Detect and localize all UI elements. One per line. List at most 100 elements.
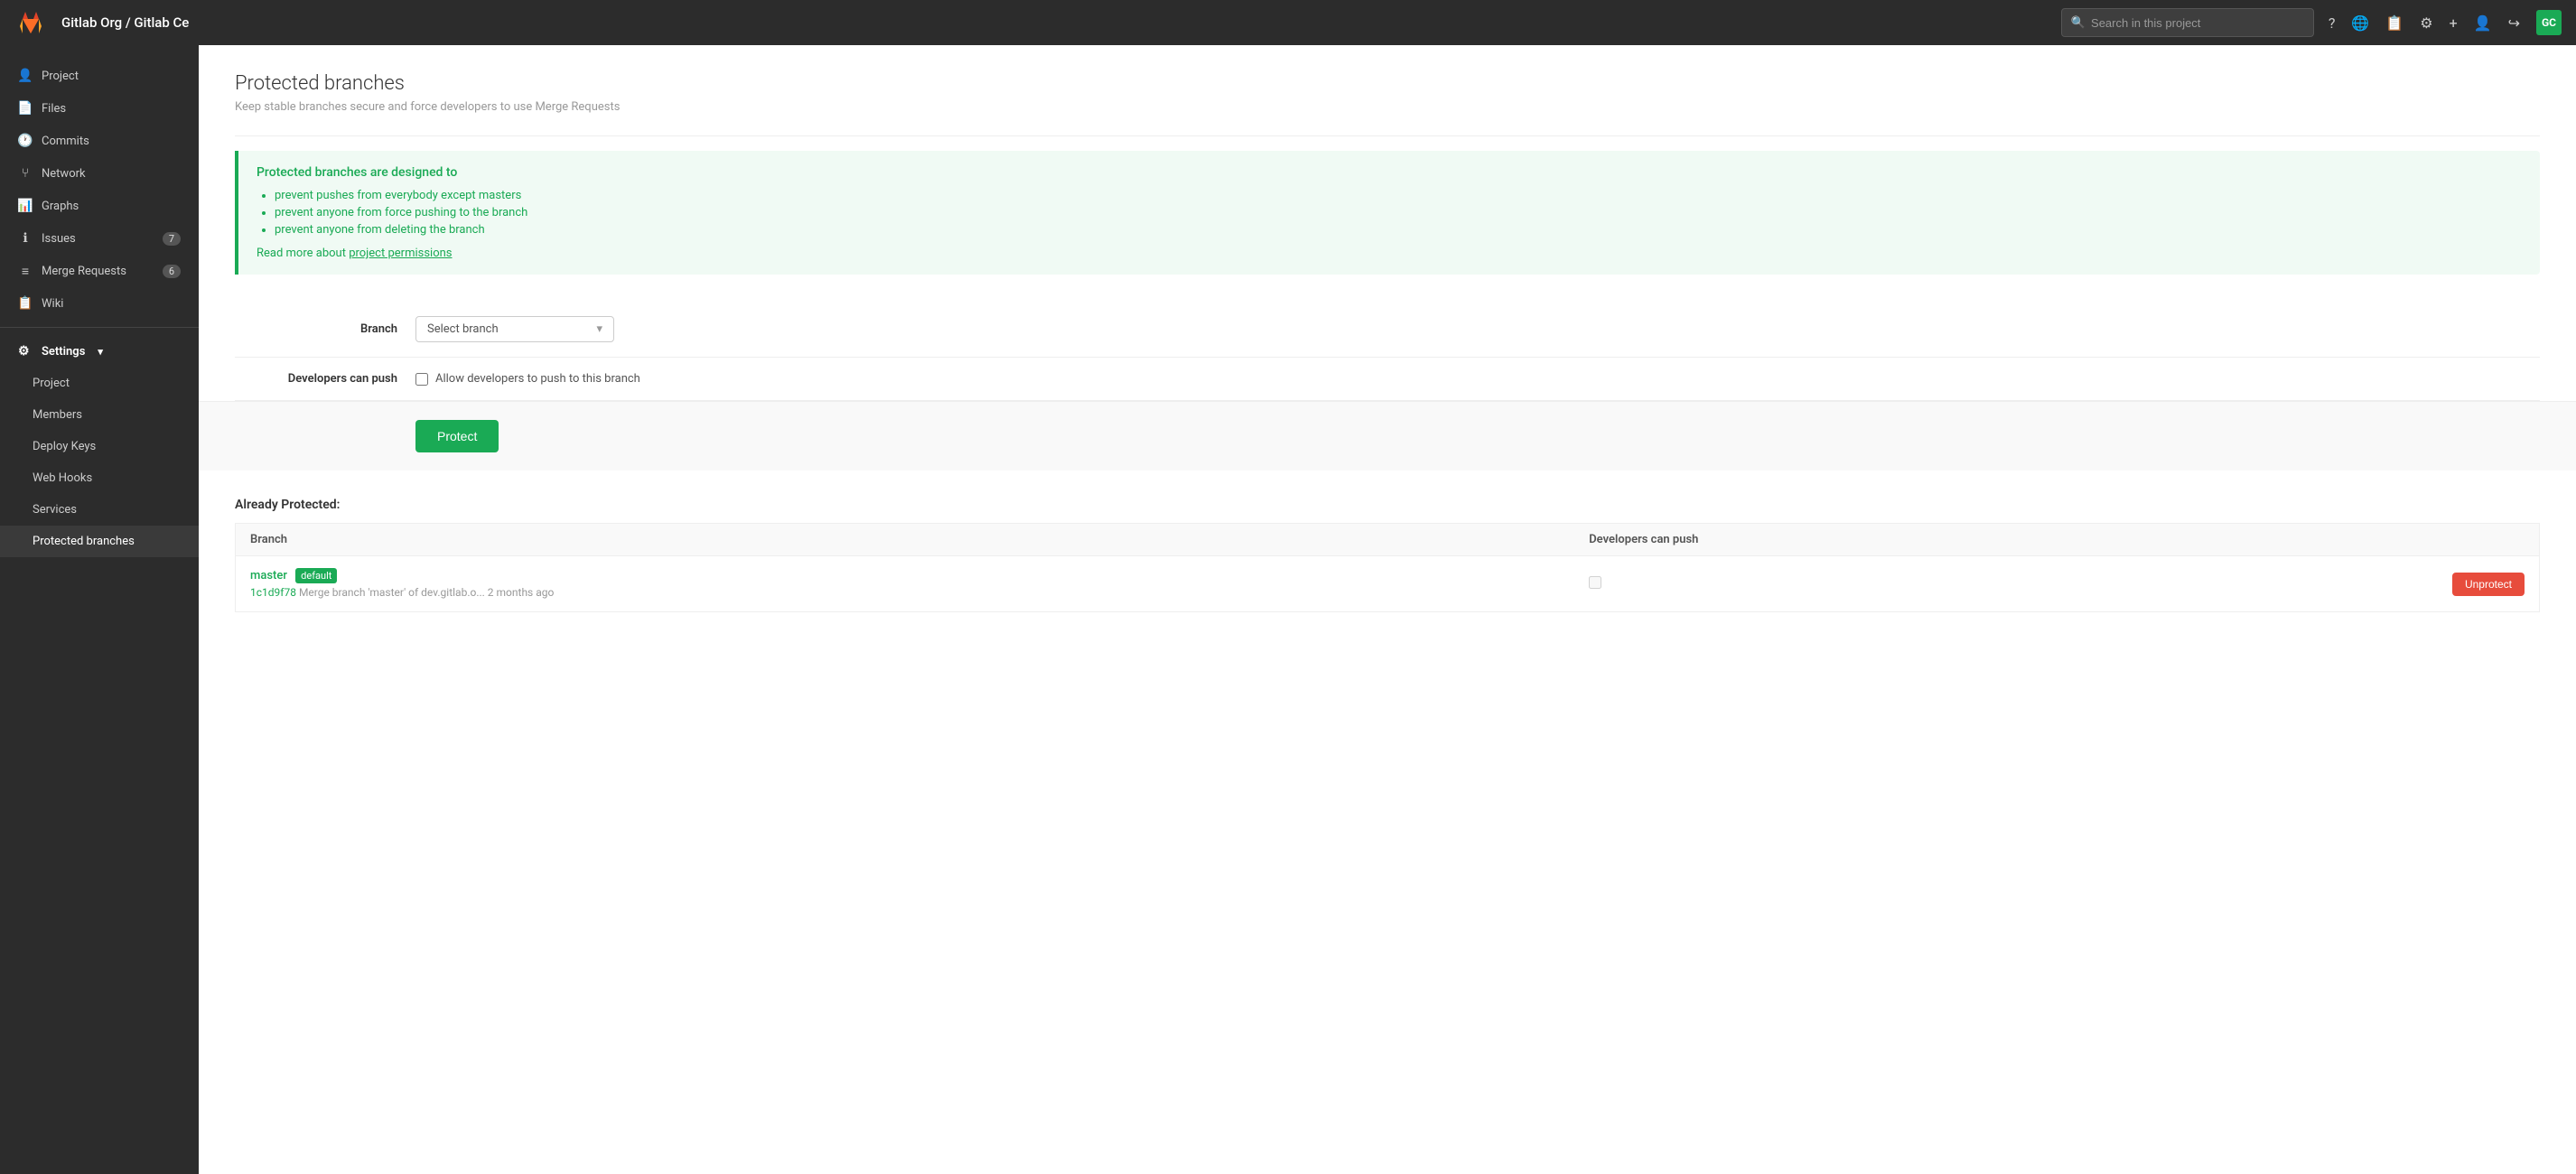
info-box-list: prevent pushes from everybody except mas… [257,189,2522,237]
protect-area: Protect [199,401,2576,471]
project-permissions-link[interactable]: project permissions [349,247,452,260]
branch-select-value: Select branch [427,322,499,336]
unprotect-button[interactable]: Unprotect [2452,573,2525,596]
default-badge: default [295,568,337,583]
sidebar-item-files[interactable]: 📄 Files [0,92,199,125]
merge-requests-icon: ≡ [18,264,33,278]
search-box[interactable]: 🔍 [2061,8,2314,37]
issues-label: Issues [42,232,76,246]
main-content: Protected branches Keep stable branches … [199,45,2576,1174]
info-box: Protected branches are designed to preve… [235,151,2540,275]
project-settings-label: Project [33,377,70,390]
sidebar-item-services[interactable]: Services [0,494,199,526]
merge-requests-badge: 6 [163,265,181,278]
page-title: Protected branches [235,72,2540,95]
signout-icon[interactable]: ↪ [2508,14,2520,32]
developers-push-row: Developers can push Allow developers to … [235,358,2540,401]
branch-field: Select branch ▾ [415,316,2540,342]
allow-push-text: Allow developers to push to this branch [435,372,640,386]
settings-chevron-icon: ▾ [98,346,103,358]
protected-table: Branch Developers can push master defaul… [235,523,2540,612]
plus-icon[interactable]: + [2450,14,2458,32]
allow-push-checkbox[interactable] [415,373,428,386]
deploy-keys-label: Deploy Keys [33,440,96,453]
files-icon: 📄 [18,101,33,116]
page-subtitle: Keep stable branches secure and force de… [235,100,2540,114]
sidebar-item-issues[interactable]: ℹ Issues 7 [0,222,199,255]
commits-icon: 🕐 [18,134,33,148]
project-icon: 👤 [18,69,33,83]
project-title: Gitlab Org / Gitlab Ce [61,14,2047,31]
issues-icon: ℹ [18,231,33,246]
allow-push-checkbox-label[interactable]: Allow developers to push to this branch [415,372,2540,386]
search-icon: 🔍 [2071,16,2086,30]
commit-message: Merge branch 'master' of dev.gitlab.o... [299,586,488,599]
globe-icon[interactable]: 🌐 [2351,14,2369,32]
sidebar-item-graphs[interactable]: 📊 Graphs [0,190,199,222]
branch-label: Branch [235,322,415,336]
sidebar-item-web-hooks[interactable]: Web Hooks [0,462,199,494]
help-icon[interactable]: ? [2329,14,2336,32]
branch-form: Branch Select branch ▾ Developers can pu… [235,302,2540,401]
divider-1 [235,135,2540,136]
col-branch: Branch [236,524,1575,556]
branch-name[interactable]: master [250,569,287,582]
wiki-label: Wiki [42,297,63,311]
commit-line: 1c1d9f78 Merge branch 'master' of dev.gi… [250,586,1560,599]
network-icon: ⑂ [18,166,33,181]
sidebar-item-project[interactable]: 👤 Project [0,60,199,92]
info-item-3: prevent anyone from deleting the branch [275,223,2522,237]
settings-icon: ⚙ [18,344,33,359]
gitlab-logo[interactable] [14,6,47,39]
col-actions [2131,524,2539,556]
network-label: Network [42,167,86,181]
wiki-icon: 📋 [18,296,33,311]
branch-cell: master default 1c1d9f78 Merge branch 'ma… [236,556,1575,612]
branch-select[interactable]: Select branch ▾ [415,316,614,342]
sidebar-item-deploy-keys[interactable]: Deploy Keys [0,431,199,462]
sidebar-item-members[interactable]: Members [0,399,199,431]
project-label: Project [42,70,79,83]
sidebar-item-merge-requests[interactable]: ≡ Merge Requests 6 [0,255,199,287]
already-protected-title: Already Protected: [235,498,2540,512]
sidebar-item-wiki[interactable]: 📋 Wiki [0,287,199,320]
info-item-2: prevent anyone from force pushing to the… [275,206,2522,219]
allow-push-field: Allow developers to push to this branch [415,372,2540,386]
sidebar-item-network[interactable]: ⑂ Network [0,157,199,190]
graphs-icon: 📊 [18,199,33,213]
merge-requests-label: Merge Requests [42,265,126,278]
sidebar-divider [0,327,199,328]
avatar[interactable]: GC [2536,10,2562,35]
commit-hash[interactable]: 1c1d9f78 [250,586,296,599]
table-row: master default 1c1d9f78 Merge branch 'ma… [236,556,2540,612]
col-devs-push: Developers can push [1574,524,2131,556]
protect-button[interactable]: Protect [415,420,499,452]
topnav: Gitlab Org / Gitlab Ce 🔍 ? 🌐 📋 ⚙ + 👤 ↪ G… [0,0,2576,45]
gear-icon[interactable]: ⚙ [2420,14,2432,32]
copy-icon[interactable]: 📋 [2385,14,2403,32]
user-icon[interactable]: 👤 [2474,14,2492,32]
commits-label: Commits [42,135,89,148]
members-label: Members [33,408,82,422]
devs-push-checkbox[interactable] [1589,576,1601,589]
topnav-actions: ? 🌐 📋 ⚙ + 👤 ↪ GC [2329,10,2562,35]
chevron-down-icon: ▾ [596,322,602,336]
branch-row: Branch Select branch ▾ [235,302,2540,358]
search-input[interactable] [2091,16,2304,30]
services-label: Services [33,503,77,517]
web-hooks-label: Web Hooks [33,471,92,485]
info-box-title: Protected branches are designed to [257,165,2522,180]
issues-badge: 7 [163,232,181,246]
developers-push-label: Developers can push [235,372,415,386]
read-more-text: Read more about [257,247,349,260]
protected-branches-label: Protected branches [33,535,135,548]
info-item-1: prevent pushes from everybody except mas… [275,189,2522,202]
sidebar-item-project-settings[interactable]: Project [0,368,199,399]
sidebar-item-commits[interactable]: 🕐 Commits [0,125,199,157]
settings-label: Settings [42,345,85,359]
settings-header[interactable]: ⚙ Settings ▾ [0,335,199,368]
sidebar-item-protected-branches[interactable]: Protected branches [0,526,199,557]
actions-cell: Unprotect [2131,556,2539,612]
graphs-label: Graphs [42,200,79,213]
commit-time: 2 months ago [488,586,555,599]
